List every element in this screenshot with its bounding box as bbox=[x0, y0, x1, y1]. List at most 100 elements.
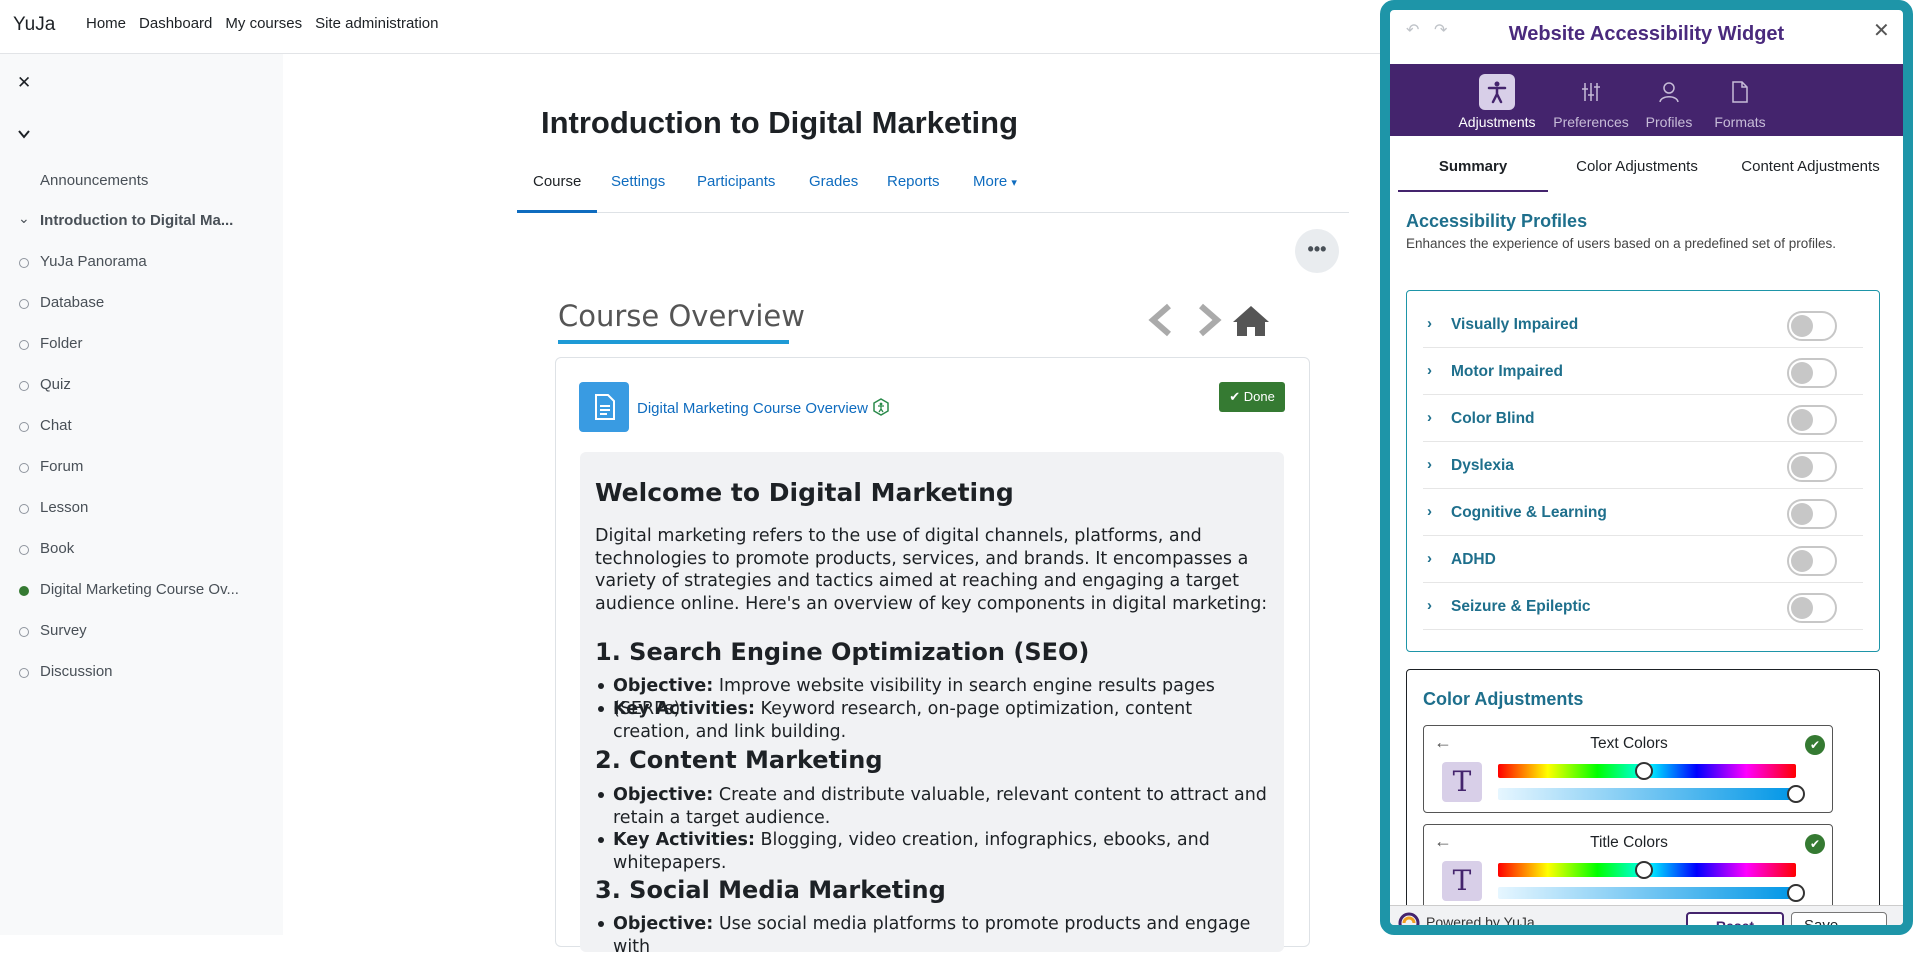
widget-title: Website Accessibility Widget bbox=[1508, 23, 1785, 45]
profiles-heading: Accessibility Profiles bbox=[1406, 211, 1588, 231]
accessibility-person-icon bbox=[1479, 74, 1515, 110]
top-navbar: YuJa Home Dashboard My courses Site admi… bbox=[0, 0, 1380, 54]
previous-arrow-icon[interactable] bbox=[1148, 303, 1171, 337]
lightness-slider-handle[interactable] bbox=[1787, 785, 1805, 803]
home-icon[interactable] bbox=[1233, 306, 1269, 336]
checkmark-icon[interactable]: ✔ bbox=[1805, 834, 1825, 854]
tab-participants[interactable]: Participants bbox=[681, 172, 791, 213]
tab-content-adjustments[interactable]: Content Adjustments bbox=[1723, 158, 1898, 192]
sidebar-item[interactable]: Forum bbox=[40, 458, 83, 475]
nav-site-administration[interactable]: Site administration bbox=[315, 15, 438, 32]
completion-dot bbox=[19, 381, 29, 391]
close-icon[interactable]: ✕ bbox=[1873, 18, 1890, 43]
tab-more[interactable]: More ▾ bbox=[957, 172, 1033, 213]
chevron-right-icon[interactable]: › bbox=[1427, 597, 1432, 614]
lightness-slider[interactable] bbox=[1498, 887, 1796, 899]
content-intro: Digital marketing refers to the use of d… bbox=[595, 526, 1268, 614]
section-heading-seo: 1. Search Engine Optimization (SEO) bbox=[595, 638, 1090, 666]
sidebar-item[interactable]: Announcements bbox=[40, 172, 148, 189]
widget-nav-adjustments[interactable]: Adjustments bbox=[1452, 74, 1542, 130]
profile-toggle[interactable] bbox=[1787, 593, 1837, 623]
chevron-right-icon[interactable]: › bbox=[1427, 409, 1432, 426]
next-arrow-icon[interactable] bbox=[1199, 303, 1222, 337]
chevron-right-icon[interactable]: › bbox=[1427, 503, 1432, 520]
checkmark-icon[interactable]: ✔ bbox=[1805, 735, 1825, 755]
profile-toggle[interactable] bbox=[1787, 358, 1837, 388]
heading-underline bbox=[558, 340, 789, 344]
section-chevron-icon[interactable]: ⌄ bbox=[18, 210, 30, 227]
sidebar-item[interactable]: Lesson bbox=[40, 499, 88, 516]
color-picker-title: Text Colors bbox=[1590, 735, 1668, 752]
sidebar-item[interactable]: Folder bbox=[40, 335, 83, 352]
profile-toggle[interactable] bbox=[1787, 499, 1837, 529]
tab-grades[interactable]: Grades bbox=[793, 172, 874, 213]
color-adjustments-panel: Color Adjustments ← Text Colors ✔ T ← Title C… bbox=[1406, 669, 1880, 925]
widget-nav: Adjustments Preferences Profiles Formats bbox=[1390, 64, 1903, 136]
section-heading-content: 2. Content Marketing bbox=[595, 746, 883, 774]
hue-slider-handle[interactable] bbox=[1635, 861, 1654, 879]
profile-row[interactable]: › Color Blind bbox=[1423, 395, 1863, 442]
sidebar-item[interactable]: YuJa Panorama bbox=[40, 253, 147, 270]
nav-dashboard[interactable]: Dashboard bbox=[139, 15, 212, 32]
lightness-slider-handle[interactable] bbox=[1787, 884, 1805, 902]
completion-dot bbox=[19, 504, 29, 514]
profile-toggle[interactable] bbox=[1787, 546, 1837, 576]
completion-dot bbox=[19, 422, 29, 432]
tab-reports[interactable]: Reports bbox=[871, 172, 956, 213]
lightness-slider[interactable] bbox=[1498, 788, 1796, 800]
course-tabs: Course Settings Participants Grades Repo… bbox=[517, 172, 1349, 213]
tab-course[interactable]: Course bbox=[517, 172, 598, 213]
brand-logo[interactable]: YuJa bbox=[13, 14, 55, 36]
activity-link[interactable]: Digital Marketing Course Overview bbox=[637, 398, 890, 417]
widget-footer: Powered by YuJa Reset Save ⌵ bbox=[1390, 905, 1903, 925]
accessibility-widget: ↶ ↷ Website Accessibility Widget ✕ Adjus… bbox=[1380, 0, 1913, 935]
sidebar-item[interactable]: Survey bbox=[40, 622, 87, 639]
file-icon bbox=[1722, 74, 1758, 110]
chevron-right-icon[interactable]: › bbox=[1427, 315, 1432, 332]
profile-row[interactable]: › Visually Impaired bbox=[1423, 301, 1863, 348]
widget-nav-preferences[interactable]: Preferences bbox=[1546, 74, 1636, 130]
tab-summary[interactable]: Summary bbox=[1398, 158, 1548, 192]
sidebar-item[interactable]: Database bbox=[40, 294, 104, 311]
sidebar-item[interactable]: Introduction to Digital Ma... bbox=[40, 212, 233, 229]
collapse-chevron-icon[interactable] bbox=[17, 127, 31, 141]
sidebar-item[interactable]: Chat bbox=[40, 417, 72, 434]
text-format-icon: T bbox=[1442, 762, 1482, 802]
sidebar-item[interactable]: Discussion bbox=[40, 663, 113, 680]
document-icon bbox=[579, 382, 629, 432]
tab-color-adjustments[interactable]: Color Adjustments bbox=[1553, 158, 1721, 192]
profile-toggle[interactable] bbox=[1787, 452, 1837, 482]
completion-dot bbox=[19, 627, 29, 637]
chevron-right-icon[interactable]: › bbox=[1427, 456, 1432, 473]
tab-settings[interactable]: Settings bbox=[595, 172, 681, 213]
chevron-right-icon[interactable]: › bbox=[1427, 362, 1432, 379]
profile-toggle[interactable] bbox=[1787, 405, 1837, 435]
profile-row[interactable]: › Cognitive & Learning bbox=[1423, 489, 1863, 536]
profile-label: Motor Impaired bbox=[1451, 363, 1563, 380]
profile-row[interactable]: › Seizure & Epileptic bbox=[1423, 583, 1863, 630]
sidebar-item[interactable]: Quiz bbox=[40, 376, 71, 393]
primary-navigation: Home Dashboard My courses Site administr… bbox=[86, 15, 452, 32]
widget-nav-formats[interactable]: Formats bbox=[1695, 74, 1785, 130]
done-button[interactable]: ✔ Done bbox=[1219, 382, 1285, 412]
close-drawer-icon[interactable]: ✕ bbox=[17, 73, 31, 93]
profile-row[interactable]: › Motor Impaired bbox=[1423, 348, 1863, 395]
nav-home[interactable]: Home bbox=[86, 15, 126, 32]
profile-toggle[interactable] bbox=[1787, 311, 1837, 341]
hue-slider-handle[interactable] bbox=[1635, 762, 1654, 780]
section-heading-social: 3. Social Media Marketing bbox=[595, 876, 946, 904]
list-item: Key Activities: Blogging, video creation… bbox=[598, 829, 1273, 874]
save-dropdown[interactable]: Save ⌵ bbox=[1791, 912, 1887, 925]
sidebar-item[interactable]: Digital Marketing Course Ov... bbox=[40, 581, 239, 598]
sliders-icon bbox=[1573, 74, 1609, 110]
more-actions-button[interactable]: ••• bbox=[1295, 229, 1339, 273]
list-item: Objective: Create and distribute valuabl… bbox=[598, 784, 1273, 829]
sidebar-item[interactable]: Book bbox=[40, 540, 74, 557]
reset-button[interactable]: Reset bbox=[1686, 912, 1784, 925]
profile-row[interactable]: › ADHD bbox=[1423, 536, 1863, 583]
chevron-right-icon[interactable]: › bbox=[1427, 550, 1432, 567]
nav-my-courses[interactable]: My courses bbox=[225, 15, 302, 32]
completion-dot bbox=[19, 545, 29, 555]
tab-more-label: More bbox=[973, 173, 1008, 190]
profile-row[interactable]: › Dyslexia bbox=[1423, 442, 1863, 489]
